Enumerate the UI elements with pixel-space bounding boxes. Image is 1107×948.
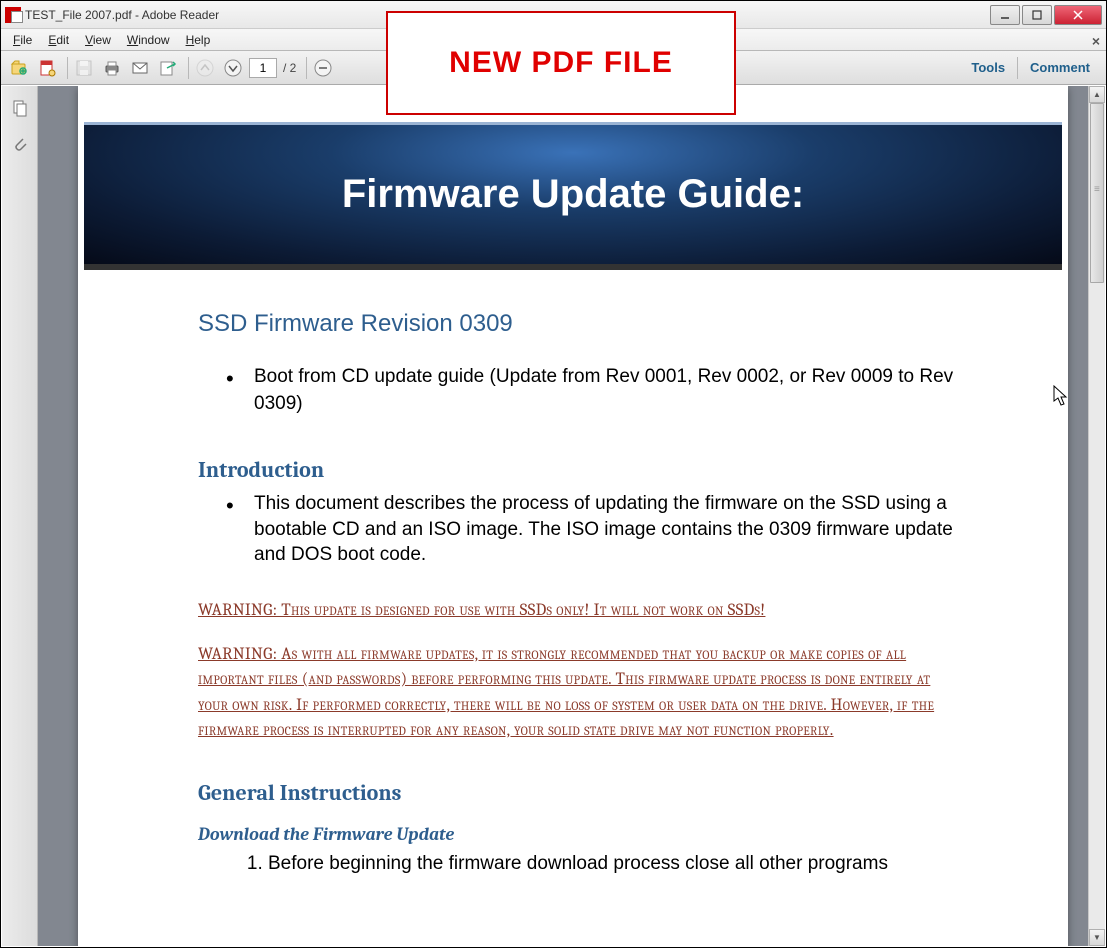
document-body: SSD Firmware Revision 0309 Boot from CD … [78,270,1068,897]
comment-button[interactable]: Comment [1020,56,1100,79]
menu-help-label: elp [194,33,210,47]
banner-title: Firmware Update Guide: [342,172,804,217]
attachments-icon[interactable] [6,130,34,158]
print-icon[interactable] [100,56,124,80]
thumbnails-icon[interactable] [6,94,34,122]
heading-general: General Instructions [198,780,958,806]
window-controls [988,5,1102,25]
toolbar-separator [188,57,189,79]
scroll-thumb[interactable] [1090,103,1104,283]
scroll-up-icon[interactable]: ▲ [1089,86,1105,103]
open-file-icon[interactable] [7,56,31,80]
menu-view-label: iew [93,33,111,47]
maximize-button[interactable] [1022,5,1052,25]
bullet-boot-guide: Boot from CD update guide (Update from R… [254,364,958,417]
zoom-out-icon[interactable] [311,56,335,80]
create-pdf-icon[interactable] [35,56,59,80]
menu-window-label: indow [138,33,169,47]
toolbar-right: Tools Comment [961,56,1100,79]
pdf-page: Firmware Update Guide: SSD Firmware Revi… [78,86,1068,946]
menu-view[interactable]: View [77,31,119,49]
instruction-step-1: Before beginning the firmware download p… [268,851,958,878]
page-down-icon[interactable] [221,56,245,80]
navigation-pane [2,86,38,946]
warning-1: WARNING: This update is designed for use… [198,598,958,624]
share-icon[interactable] [156,56,180,80]
adobe-reader-icon [5,7,21,23]
document-banner: Firmware Update Guide: [84,122,1062,270]
page-up-icon [193,56,217,80]
menubar-close-icon[interactable]: × [1092,33,1100,49]
page-number-input[interactable] [249,58,277,78]
minimize-button[interactable] [990,5,1020,25]
menu-file[interactable]: File [5,31,40,49]
close-button[interactable] [1054,5,1102,25]
heading-introduction: Introduction [198,457,958,483]
bullet-intro: This document describes the process of u… [254,491,958,568]
instruction-list: Before beginning the firmware download p… [268,851,958,878]
toolbar-separator [1017,57,1018,79]
tools-button[interactable]: Tools [961,56,1015,79]
heading-revision: SSD Firmware Revision 0309 [198,310,958,338]
menu-window[interactable]: Window [119,31,178,49]
menu-edit[interactable]: Edit [40,31,77,49]
scroll-down-icon[interactable]: ▼ [1089,929,1105,946]
overlay-text: NEW PDF FILE [449,46,673,80]
menu-file-label: ile [20,33,32,47]
heading-download: Download the Firmware Update [198,824,958,845]
toolbar-separator [306,57,307,79]
menu-edit-label: dit [56,33,69,47]
warning-2: WARNING: As with all firmware updates, i… [198,642,958,744]
vertical-scrollbar[interactable]: ▲ ▼ [1088,86,1105,946]
save-icon [72,56,96,80]
page-total-label: / 2 [283,61,296,75]
document-viewport[interactable]: Firmware Update Guide: SSD Firmware Revi… [38,86,1088,946]
overlay-banner: NEW PDF FILE [386,11,736,115]
toolbar-separator [67,57,68,79]
email-icon[interactable] [128,56,152,80]
menu-help[interactable]: Help [178,31,219,49]
